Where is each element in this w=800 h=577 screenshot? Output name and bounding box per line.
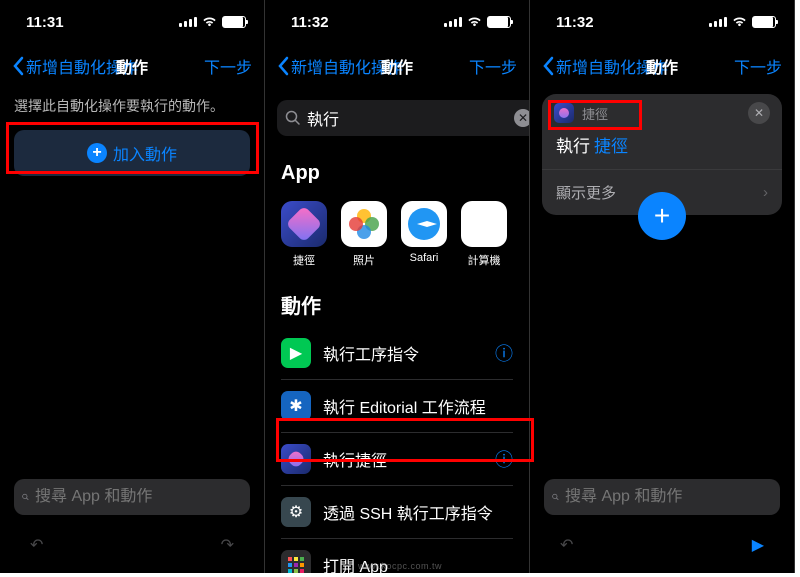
shortcuts-icon	[281, 444, 311, 474]
search-icon	[285, 110, 301, 126]
nav-bar: 新增自動化操作 動作 下一步	[265, 44, 529, 88]
battery-icon	[222, 16, 246, 28]
search-icon	[22, 489, 29, 505]
nav-bar: 新增自動化操作 動作 下一步	[0, 44, 264, 88]
nav-bar: 新增自動化操作 動作 下一步	[530, 44, 794, 88]
wifi-icon	[467, 17, 482, 28]
nav-title: 動作	[381, 54, 413, 78]
search-field[interactable]	[307, 109, 514, 127]
action-run-shortcut[interactable]: 執行捷徑 ⓘ	[281, 433, 513, 486]
wifi-icon	[202, 17, 217, 28]
description-text: 選擇此自動化操作要執行的動作。	[0, 88, 264, 124]
app-photos[interactable]: 照片	[341, 201, 387, 268]
add-button[interactable]: +	[638, 192, 686, 240]
shortcut-param[interactable]: 捷徑	[594, 137, 628, 156]
card-title: 捷徑	[582, 104, 740, 123]
app-shortcuts[interactable]: 捷徑	[281, 201, 327, 268]
search-icon	[552, 489, 559, 505]
status-bar: 11:32	[530, 0, 794, 44]
nav-title: 動作	[116, 54, 148, 78]
card-action-text: 執行捷徑	[542, 132, 782, 169]
undo-button[interactable]: ↶	[30, 535, 43, 555]
signal-icon	[709, 17, 727, 27]
editorial-icon: ✱	[281, 391, 311, 421]
status-bar: 11:31	[0, 0, 264, 44]
redo-button[interactable]: ↷	[221, 535, 234, 555]
nav-title: 動作	[646, 54, 678, 78]
chevron-left-icon	[12, 56, 24, 76]
action-section-header: 動作	[265, 276, 529, 327]
next-button[interactable]: 下一步	[469, 54, 517, 78]
info-icon[interactable]: ⓘ	[495, 446, 513, 472]
app-safari[interactable]: Safari	[401, 201, 447, 268]
shortcuts-icon	[281, 201, 327, 247]
close-card-button[interactable]: ✕	[748, 102, 770, 124]
calculator-icon	[461, 201, 507, 247]
battery-icon	[752, 16, 776, 28]
status-bar: 11:32	[265, 0, 529, 44]
terminal-icon: ▶	[281, 338, 311, 368]
watermark: www.kocpc.com.tw	[358, 561, 442, 571]
clear-search-button[interactable]: ✕	[514, 109, 530, 127]
search-field[interactable]	[565, 488, 772, 506]
search-input[interactable]	[14, 479, 250, 515]
wifi-icon	[732, 17, 747, 28]
add-action-button[interactable]: + 加入動作	[14, 130, 250, 176]
status-icons	[179, 16, 246, 28]
signal-icon	[179, 17, 197, 27]
battery-icon	[487, 16, 511, 28]
app-calculator[interactable]: 計算機	[461, 201, 507, 268]
gear-icon: ⚙	[281, 497, 311, 527]
action-run-ssh[interactable]: ⚙ 透過 SSH 執行工序指令	[281, 486, 513, 539]
status-icons	[709, 16, 776, 28]
action-run-editorial[interactable]: ✱ 執行 Editorial 工作流程	[281, 380, 513, 433]
chevron-left-icon	[277, 56, 289, 76]
play-button[interactable]: ▶	[752, 535, 764, 555]
action-run-script[interactable]: ▶ 執行工序指令 ⓘ	[281, 327, 513, 380]
search-input[interactable]: ✕	[277, 100, 530, 136]
undo-button[interactable]: ↶	[560, 535, 573, 555]
search-field[interactable]	[35, 488, 242, 506]
chevron-left-icon	[542, 56, 554, 76]
time: 11:31	[26, 14, 64, 31]
shortcuts-icon	[554, 103, 574, 123]
info-icon[interactable]: ⓘ	[495, 340, 513, 366]
safari-icon	[401, 201, 447, 247]
status-icons	[444, 16, 511, 28]
photos-icon	[341, 201, 387, 247]
app-section-header: App	[265, 148, 529, 193]
chevron-right-icon: ›	[763, 184, 768, 201]
time: 11:32	[556, 14, 594, 31]
search-input[interactable]	[544, 479, 780, 515]
next-button[interactable]: 下一步	[204, 54, 252, 78]
next-button[interactable]: 下一步	[734, 54, 782, 78]
grid-icon	[281, 550, 311, 573]
signal-icon	[444, 17, 462, 27]
time: 11:32	[291, 14, 329, 31]
plus-icon: +	[87, 143, 107, 163]
